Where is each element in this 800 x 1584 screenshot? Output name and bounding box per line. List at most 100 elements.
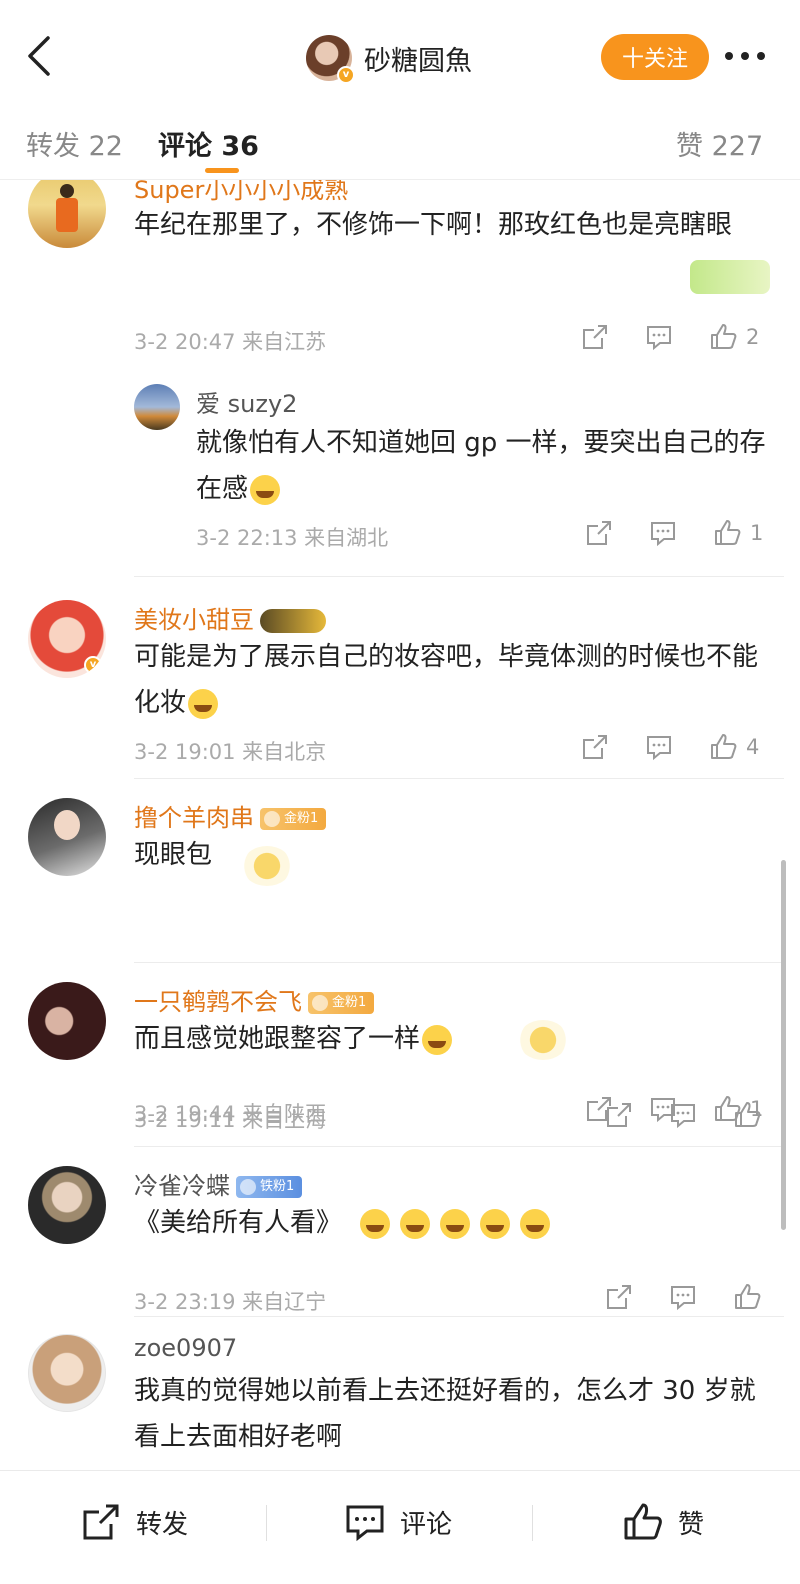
share-icon [83,1504,119,1540]
comment-actions: 2 [580,322,759,352]
crown-level-badge-icon [260,609,326,633]
iron-fan-badge: 铁粉1 [236,1176,303,1198]
scrollbar[interactable] [781,860,786,1230]
follow-button[interactable]: 十关注 [601,34,709,80]
username-text: 一只鹌鹑不会飞 [134,988,302,1016]
comment-label: 评论 [400,1509,453,1540]
melting-emoji-icon [400,1208,431,1239]
like-button[interactable] [732,1282,762,1312]
avatar[interactable] [28,1166,106,1244]
repost-button[interactable]: 转发 [80,1501,188,1543]
comment-text: 而且感觉她跟整容了一样 [134,1016,453,1062]
avatar[interactable] [28,1334,106,1412]
comment-button[interactable] [644,322,674,352]
tab-likes[interactable]: 赞 227 [676,124,763,163]
back-button[interactable] [22,34,56,78]
thumbs-up-icon [624,1503,662,1540]
like-count: 1 [750,521,764,545]
comment-icon [671,1286,695,1311]
reply-text-content: 就像怕有人不知道她回 gp 一样，要突出自己的存在感 [196,428,766,504]
gold-fan-badge: 金粉1 [308,992,375,1014]
divider [134,576,784,577]
reply-username[interactable]: 爱 suzy2 [196,384,297,419]
comment-text-content: 可能是为了展示自己的妆容吧，毕竟体测的时候也不能化妆 [134,642,759,718]
avatar[interactable] [28,798,106,876]
avatar[interactable] [28,982,106,1060]
divider [532,1505,533,1541]
comment-text: 年纪在那里了，不修饰一下啊！那玫红色也是亮瞎眼 [134,210,733,240]
username-text: 美妆小甜豆 [134,606,254,634]
reply-actions: 1 [584,518,763,548]
tab-active-indicator [205,168,239,173]
tab-repost[interactable]: 转发 22 [26,124,123,163]
author-name: 砂糖圆魚 [364,45,472,77]
comment-actions: 4 [580,732,759,762]
comment-text: 可能是为了展示自己的妆容吧，毕竟体测的时候也不能化妆 [134,634,764,726]
author-title[interactable]: v 砂糖圆魚 [306,30,472,86]
like-button[interactable]: 4 [708,732,759,762]
comment-button[interactable] [644,732,674,762]
gold-fan-badge: 金粉1 [260,808,327,830]
comment-username[interactable]: 冷雀冷蝶 铁粉1 [134,1166,303,1201]
tab-bar: 转发 22 评论 36 赞 227 [0,104,800,180]
share-button[interactable] [580,732,610,762]
more-button[interactable] [722,46,768,66]
share-button[interactable] [604,1100,634,1130]
share-icon [607,1103,631,1127]
gold-sticker-icon [518,1020,568,1060]
comment-username[interactable]: 美妆小甜豆 [134,600,326,635]
thumbs-up-icon [735,1284,761,1309]
share-button[interactable] [584,518,614,548]
share-button[interactable] [580,322,610,352]
thumbs-up-icon [711,324,737,349]
share-button[interactable] [604,1282,634,1312]
comment-icon [671,1104,695,1129]
comment-button[interactable] [668,1100,698,1130]
comment-meta: 3-2 23:19 来自辽宁 [134,1290,327,1314]
comment-button[interactable]: 评论 [344,1501,452,1543]
laugh-emoji-icon [250,474,281,505]
reply-meta: 3-2 22:13 来自湖北 [196,526,389,550]
more-dots-icon [725,52,765,60]
comment-text: 我真的觉得她以前看上去还挺好看的，怎么才 30 岁就看上去面相好老啊 [134,1376,756,1452]
bottom-action-bar: 转发 评论 赞 [0,1470,800,1584]
comment-button[interactable] [668,1282,698,1312]
repost-label: 转发 [136,1509,189,1540]
divider [134,1316,784,1317]
avatar[interactable]: v [28,600,106,678]
share-icon [583,735,607,759]
thumbs-up-icon [735,1102,761,1127]
comment-meta: 3-2 20:47 来自江苏 [134,330,327,354]
crying-laugh-emoji-icon [422,1024,453,1055]
speechless-emoji-icon [440,1208,471,1239]
comment-meta: 3-2 19:01 来自北京 [134,740,327,764]
thumbs-up-icon [711,734,737,759]
comment-text: 《美给所有人看》 [134,1200,551,1246]
like-button[interactable]: 1 [712,518,763,548]
like-button[interactable]: 赞 [622,1501,704,1543]
share-icon [587,521,611,545]
speechless-emoji-icon [480,1208,511,1239]
divider [134,962,784,963]
comment-icon [651,522,675,547]
like-button[interactable]: 2 [708,322,759,352]
comment-button[interactable] [648,518,678,548]
gold-sticker-icon [242,846,292,886]
comment-username[interactable]: zoe0907 [134,1334,237,1362]
like-button[interactable] [732,1100,762,1130]
username-text: 冷雀冷蝶 [134,1172,230,1200]
share-icon [583,325,607,349]
tab-comments[interactable]: 评论 36 [158,124,259,163]
author-avatar[interactable]: v [306,35,355,84]
share-icon [607,1285,631,1309]
comment-actions [604,1100,762,1130]
comment-username[interactable]: 一只鹌鹑不会飞 金粉1 [134,982,375,1017]
speechless-emoji-icon [520,1208,551,1239]
username-text: 撸个羊肉串 [134,804,254,832]
avatar[interactable] [28,180,106,248]
reply-avatar[interactable] [134,384,180,430]
comment-username[interactable]: 撸个羊肉串 金粉1 [134,798,327,833]
verified-badge-icon: v [337,66,355,84]
comment-text: 现眼包 [134,840,213,870]
like-label: 赞 [678,1509,705,1540]
